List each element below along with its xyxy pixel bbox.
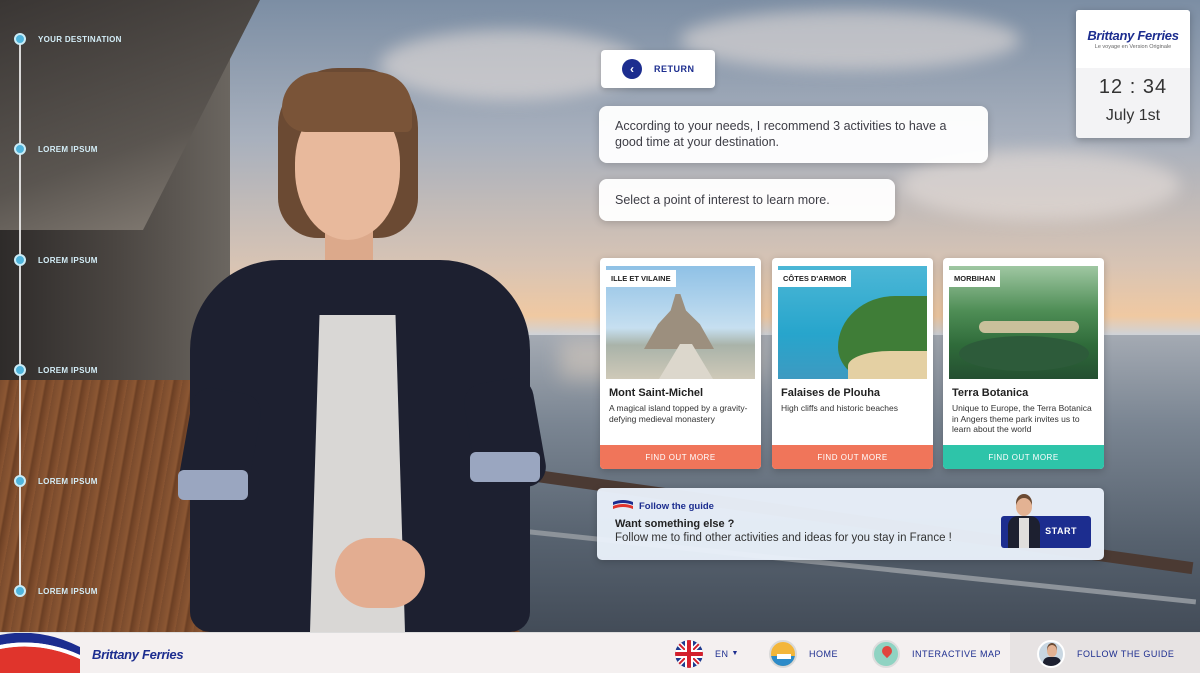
return-button[interactable]: ‹ RETURN	[601, 50, 715, 88]
nav-interactive-map[interactable]: INTERACTIVE MAP	[872, 633, 1001, 673]
timeline-dot	[14, 143, 26, 155]
find-out-more-button[interactable]: FIND OUT MORE	[943, 445, 1104, 469]
find-out-more-button[interactable]: FIND OUT MORE	[772, 445, 933, 469]
abbey-island	[644, 294, 714, 349]
progress-timeline: YOUR DESTINATION LOREM IPSUM LOREM IPSUM…	[0, 0, 140, 632]
avatar-shirt	[1019, 518, 1029, 548]
nav-home[interactable]: HOME	[769, 633, 838, 673]
timeline-step-label: LOREM IPSUM	[38, 586, 98, 596]
assistant-message: According to your needs, I recommend 3 a…	[599, 106, 988, 163]
uk-flag-icon	[675, 639, 703, 668]
terra-botanica-image: MORBIHAN	[949, 266, 1098, 379]
brand-logo-text: Brittany Ferries	[92, 647, 184, 662]
timeline-step-label: LOREM IPSUM	[38, 476, 98, 486]
timeline-step-label: LOREM IPSUM	[38, 144, 98, 154]
start-label: START	[1045, 526, 1077, 536]
bottom-navigation-bar: Brittany Ferries EN ▼ HOME INTERACTIVE M…	[0, 632, 1200, 673]
timeline-step-label: YOUR DESTINATION	[38, 34, 122, 44]
avatar-hands	[335, 538, 425, 608]
activity-card[interactable]: CÔTES D'ARMOR Falaises de Plouha High cl…	[772, 258, 933, 469]
falaises-de-plouha-image: CÔTES D'ARMOR	[778, 266, 927, 379]
timeline-dot	[14, 254, 26, 266]
avatar-right-cuff	[470, 452, 540, 482]
timeline-step-label: LOREM IPSUM	[38, 255, 98, 265]
timeline-step[interactable]: LOREM IPSUM	[14, 585, 98, 597]
garden-path	[979, 321, 1079, 333]
timeline-step[interactable]: LOREM IPSUM	[14, 364, 98, 376]
card-title: Mont Saint-Michel	[609, 387, 704, 399]
timeline-dot	[14, 585, 26, 597]
nav-follow-the-guide[interactable]: FOLLOW THE GUIDE	[1010, 633, 1200, 673]
timeline-step-label: LOREM IPSUM	[38, 365, 98, 375]
card-region: CÔTES D'ARMOR	[778, 270, 852, 287]
find-out-more-button[interactable]: FIND OUT MORE	[600, 445, 761, 469]
guide-panel-text: Follow me to find other activities and i…	[615, 532, 952, 544]
nav-map-label: INTERACTIVE MAP	[912, 648, 1002, 659]
return-label: RETURN	[654, 64, 695, 74]
home-ferry-icon	[769, 639, 797, 668]
timeline-dot	[14, 364, 26, 376]
timeline-step[interactable]: LOREM IPSUM	[14, 475, 98, 487]
timeline-step[interactable]: YOUR DESTINATION	[14, 33, 122, 45]
activity-card[interactable]: ILLE ET VILAINE Mont Saint-Michel A magi…	[600, 258, 761, 469]
card-region: ILLE ET VILAINE	[606, 270, 676, 287]
timeline-step[interactable]: LOREM IPSUM	[14, 254, 98, 266]
timeline-dot	[14, 33, 26, 45]
nav-home-label: HOME	[809, 648, 838, 659]
guide-panel-title: Follow the guide	[639, 501, 714, 512]
language-selector[interactable]: EN ▼	[675, 633, 738, 673]
cloud	[680, 10, 1020, 70]
nav-guide-label: FOLLOW THE GUIDE	[1077, 648, 1175, 659]
guide-avatar-thumbnail	[1006, 498, 1040, 548]
guide-panel-question: Want something else ?	[615, 518, 735, 530]
mont-saint-michel-image: ILLE ET VILAINE	[606, 266, 755, 379]
card-title: Terra Botanica	[952, 387, 1029, 399]
avatar-hair-fringe	[282, 72, 412, 132]
guide-avatar-icon	[1037, 639, 1065, 668]
clock-widget: Brittany Ferries Le voyage en Version Or…	[1076, 10, 1190, 138]
card-region: MORBIHAN	[949, 270, 1001, 287]
clock-date: July 1st	[1105, 107, 1161, 124]
lily-pond	[959, 336, 1089, 371]
brand-logo: Brittany Ferries Le voyage en Version Or…	[1076, 10, 1190, 68]
causeway	[656, 344, 716, 379]
brand-tagline: Le voyage en Version Originale	[1094, 44, 1172, 50]
avatar-head	[1016, 498, 1032, 516]
language-label: EN	[715, 648, 729, 659]
card-description: A magical island topped by a gravity-def…	[609, 403, 748, 424]
map-pin-icon	[872, 639, 900, 668]
avatar-left-cuff	[178, 470, 248, 500]
brand-flag-logo	[0, 633, 80, 673]
card-title: Falaises de Plouha	[781, 387, 881, 399]
timeline-dot	[14, 475, 26, 487]
brand-name: Brittany Ferries	[1087, 28, 1179, 43]
caret-down-icon: ▼	[731, 650, 739, 657]
timeline-line	[19, 40, 21, 595]
clock-time: 12 : 34	[1098, 76, 1168, 98]
activity-card[interactable]: MORBIHAN Terra Botanica Unique to Europe…	[943, 258, 1104, 469]
chevron-left-icon: ‹	[622, 59, 642, 79]
assistant-prompt: Select a point of interest to learn more…	[599, 179, 895, 221]
timeline-step[interactable]: LOREM IPSUM	[14, 143, 98, 155]
card-description: Unique to Europe, the Terra Botanica in …	[952, 403, 1092, 434]
guide-avatar	[170, 60, 550, 632]
card-description: High cliffs and historic beaches	[781, 403, 899, 413]
follow-guide-panel: Follow the guide Want something else ? F…	[597, 488, 1104, 560]
brand-flag-icon	[613, 500, 633, 509]
beach	[848, 351, 927, 379]
